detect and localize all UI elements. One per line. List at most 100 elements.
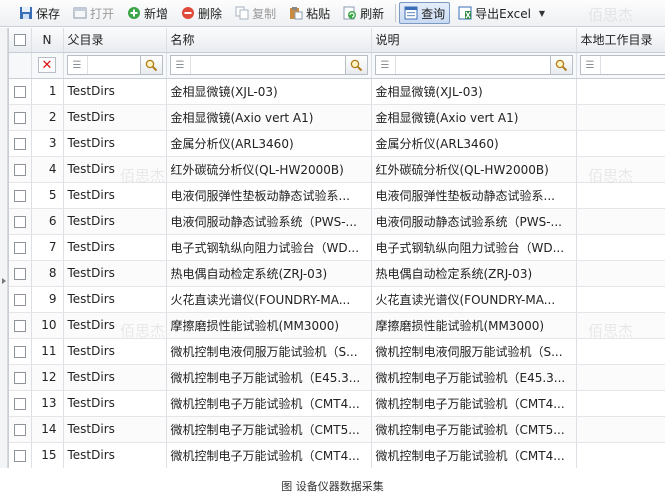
row-checkbox[interactable] (13, 371, 26, 384)
cell-parent[interactable]: TestDirs (63, 286, 167, 313)
cell-parent[interactable]: TestDirs (63, 156, 167, 183)
cell-name[interactable]: 金属分析仪(ARL3460) (166, 130, 372, 157)
cell-parent[interactable]: TestDirs (63, 390, 167, 417)
row-checkbox[interactable] (13, 423, 26, 436)
row-checkbox[interactable] (13, 85, 26, 98)
expand-arrow-icon[interactable] (2, 278, 6, 284)
cell-local-dir[interactable] (576, 234, 665, 261)
cell-parent[interactable]: TestDirs (63, 130, 167, 157)
filter-operator-icon[interactable]: ☰ (68, 56, 88, 74)
cell-parent[interactable]: TestDirs (63, 78, 167, 105)
row-select-cell[interactable] (9, 286, 32, 313)
cell-local-dir[interactable] (576, 78, 665, 105)
copy-button[interactable]: 复制 (230, 2, 281, 24)
cell-local-dir[interactable] (576, 156, 665, 183)
cell-parent[interactable]: TestDirs (63, 260, 167, 287)
cell-name[interactable]: 金相显微镜(XJL-03) (166, 78, 372, 105)
row-select-cell[interactable] (9, 338, 32, 365)
row-checkbox[interactable] (13, 293, 26, 306)
cell-parent[interactable]: TestDirs (63, 312, 167, 339)
cell-name[interactable]: 微机控制电子万能试验机（CMT4... (166, 442, 372, 468)
cell-name[interactable]: 微机控制电子万能试验机（E45.3... (166, 364, 372, 391)
row-checkbox[interactable] (13, 137, 26, 150)
cell-local-dir[interactable] (576, 260, 665, 287)
row-checkbox[interactable] (13, 449, 26, 462)
refresh-button[interactable]: 刷新 (338, 2, 389, 24)
table-row[interactable]: 13 TestDirs 微机控制电子万能试验机（CMT4... 微机控制电子万能试验机… (9, 390, 665, 417)
cell-name[interactable]: 红外碳硫分析仪(QL-HW2000B) (166, 156, 372, 183)
cell-name[interactable]: 摩擦磨损性能试验机(MM3000) (166, 312, 372, 339)
table-row[interactable]: 4 TestDirs 红外碳硫分析仪(QL-HW2000B) 红外碳硫分析仪(QL-H… (9, 156, 665, 183)
row-checkbox[interactable] (13, 397, 26, 410)
select-all-header[interactable] (9, 28, 32, 53)
cell-desc[interactable]: 微机控制电子万能试验机（CMT4... (371, 390, 577, 417)
parent-filter-input[interactable] (88, 56, 140, 74)
search-icon[interactable] (139, 56, 162, 74)
cell-name[interactable]: 火花直读光谱仪(FOUNDRY-MA... (166, 286, 372, 313)
cell-desc[interactable]: 金属分析仪(ARL3460) (371, 130, 577, 157)
filter-operator-icon[interactable]: ☰ (581, 56, 601, 74)
cell-desc[interactable]: 金相显微镜(Axio vert A1) (371, 104, 577, 131)
table-row[interactable]: 1 TestDirs 金相显微镜(XJL-03) 金相显微镜(XJL-03) (9, 78, 665, 105)
table-row[interactable]: 15 TestDirs 微机控制电子万能试验机（CMT4... 微机控制电子万能试验机… (9, 442, 665, 468)
row-checkbox[interactable] (13, 345, 26, 358)
row-select-cell[interactable] (9, 156, 32, 183)
row-checkbox[interactable] (13, 267, 26, 280)
cell-parent[interactable]: TestDirs (63, 234, 167, 261)
cell-desc[interactable]: 微机控制电液伺服万能试验机（S... (371, 338, 577, 365)
cell-desc[interactable]: 微机控制电子万能试验机（CMT5... (371, 416, 577, 443)
table-row[interactable]: 3 TestDirs 金属分析仪(ARL3460) 金属分析仪(ARL3460) (9, 130, 665, 157)
chevron-down-icon[interactable]: ▼ (539, 9, 545, 18)
cell-local-dir[interactable] (576, 182, 665, 209)
row-select-cell[interactable] (9, 416, 32, 443)
delete-button[interactable]: 删除 (176, 2, 227, 24)
row-select-cell[interactable] (9, 78, 32, 105)
cell-local-dir[interactable] (576, 130, 665, 157)
row-select-cell[interactable] (9, 312, 32, 339)
add-button[interactable]: 新增 (122, 2, 173, 24)
cell-desc[interactable]: 微机控制电子万能试验机（E45.3... (371, 364, 577, 391)
filter-operator-icon[interactable]: ☰ (376, 56, 396, 74)
cell-name[interactable]: 电子式钢轨纵向阻力试验台（WD... (166, 234, 372, 261)
cell-parent[interactable]: TestDirs (63, 104, 167, 131)
row-select-cell[interactable] (9, 208, 32, 235)
table-row[interactable]: 5 TestDirs 电液伺服弹性垫板动静态试验系... 电液伺服弹性垫板动静态试验系… (9, 182, 665, 209)
table-row[interactable]: 6 TestDirs 电液伺服动静态试验系统（PWS-... 电液伺服动静态试验系统（… (9, 208, 665, 235)
table-row[interactable]: 12 TestDirs 微机控制电子万能试验机（E45.3... 微机控制电子万能试验… (9, 364, 665, 391)
export-excel-button[interactable]: 导出Excel ▼ (453, 2, 550, 24)
filter-operator-icon[interactable]: ☰ (171, 56, 191, 74)
cell-desc[interactable]: 火花直读光谱仪(FOUNDRY-MA... (371, 286, 577, 313)
row-select-cell[interactable] (9, 234, 32, 261)
cell-local-dir[interactable] (576, 338, 665, 365)
cell-name[interactable]: 热电偶自动检定系统(ZRJ-03) (166, 260, 372, 287)
cell-desc[interactable]: 金相显微镜(XJL-03) (371, 78, 577, 105)
row-checkbox[interactable] (13, 215, 26, 228)
cell-local-dir[interactable] (576, 286, 665, 313)
cell-local-dir[interactable] (576, 390, 665, 417)
name-filter-input[interactable] (191, 56, 345, 74)
row-checkbox[interactable] (13, 319, 26, 332)
cell-desc[interactable]: 微机控制电子万能试验机（CMT4... (371, 442, 577, 468)
paste-button[interactable]: 粘贴 (284, 2, 335, 24)
table-row[interactable]: 9 TestDirs 火花直读光谱仪(FOUNDRY-MA... 火花直读光谱仪(FO… (9, 286, 665, 313)
table-row[interactable]: 2 TestDirs 金相显微镜(Axio vert A1) 金相显微镜(Axio v… (9, 104, 665, 131)
row-select-cell[interactable] (9, 182, 32, 209)
row-checkbox[interactable] (13, 111, 26, 124)
table-row[interactable]: 14 TestDirs 微机控制电子万能试验机（CMT5... 微机控制电子万能试验机… (9, 416, 665, 443)
cell-name[interactable]: 微机控制电子万能试验机（CMT5... (166, 416, 372, 443)
select-all-checkbox[interactable] (13, 34, 26, 47)
clear-filter-icon[interactable]: ✕ (38, 57, 56, 73)
cell-desc[interactable]: 电液伺服动静态试验系统（PWS-... (371, 208, 577, 235)
cell-desc[interactable]: 红外碳硫分析仪(QL-HW2000B) (371, 156, 577, 183)
cell-desc[interactable]: 电子式钢轨纵向阻力试验台（WD... (371, 234, 577, 261)
left-panel-splitter[interactable] (0, 28, 8, 468)
cell-name[interactable]: 微机控制电液伺服万能试验机（S... (166, 338, 372, 365)
cell-desc[interactable]: 热电偶自动检定系统(ZRJ-03) (371, 260, 577, 287)
row-select-cell[interactable] (9, 364, 32, 391)
column-header-name[interactable]: 名称 (166, 28, 372, 53)
cell-parent[interactable]: TestDirs (63, 208, 167, 235)
cell-desc[interactable]: 电液伺服弹性垫板动静态试验系... (371, 182, 577, 209)
row-checkbox[interactable] (13, 163, 26, 176)
search-icon[interactable] (344, 56, 367, 74)
save-button[interactable]: 保存 (14, 2, 65, 24)
